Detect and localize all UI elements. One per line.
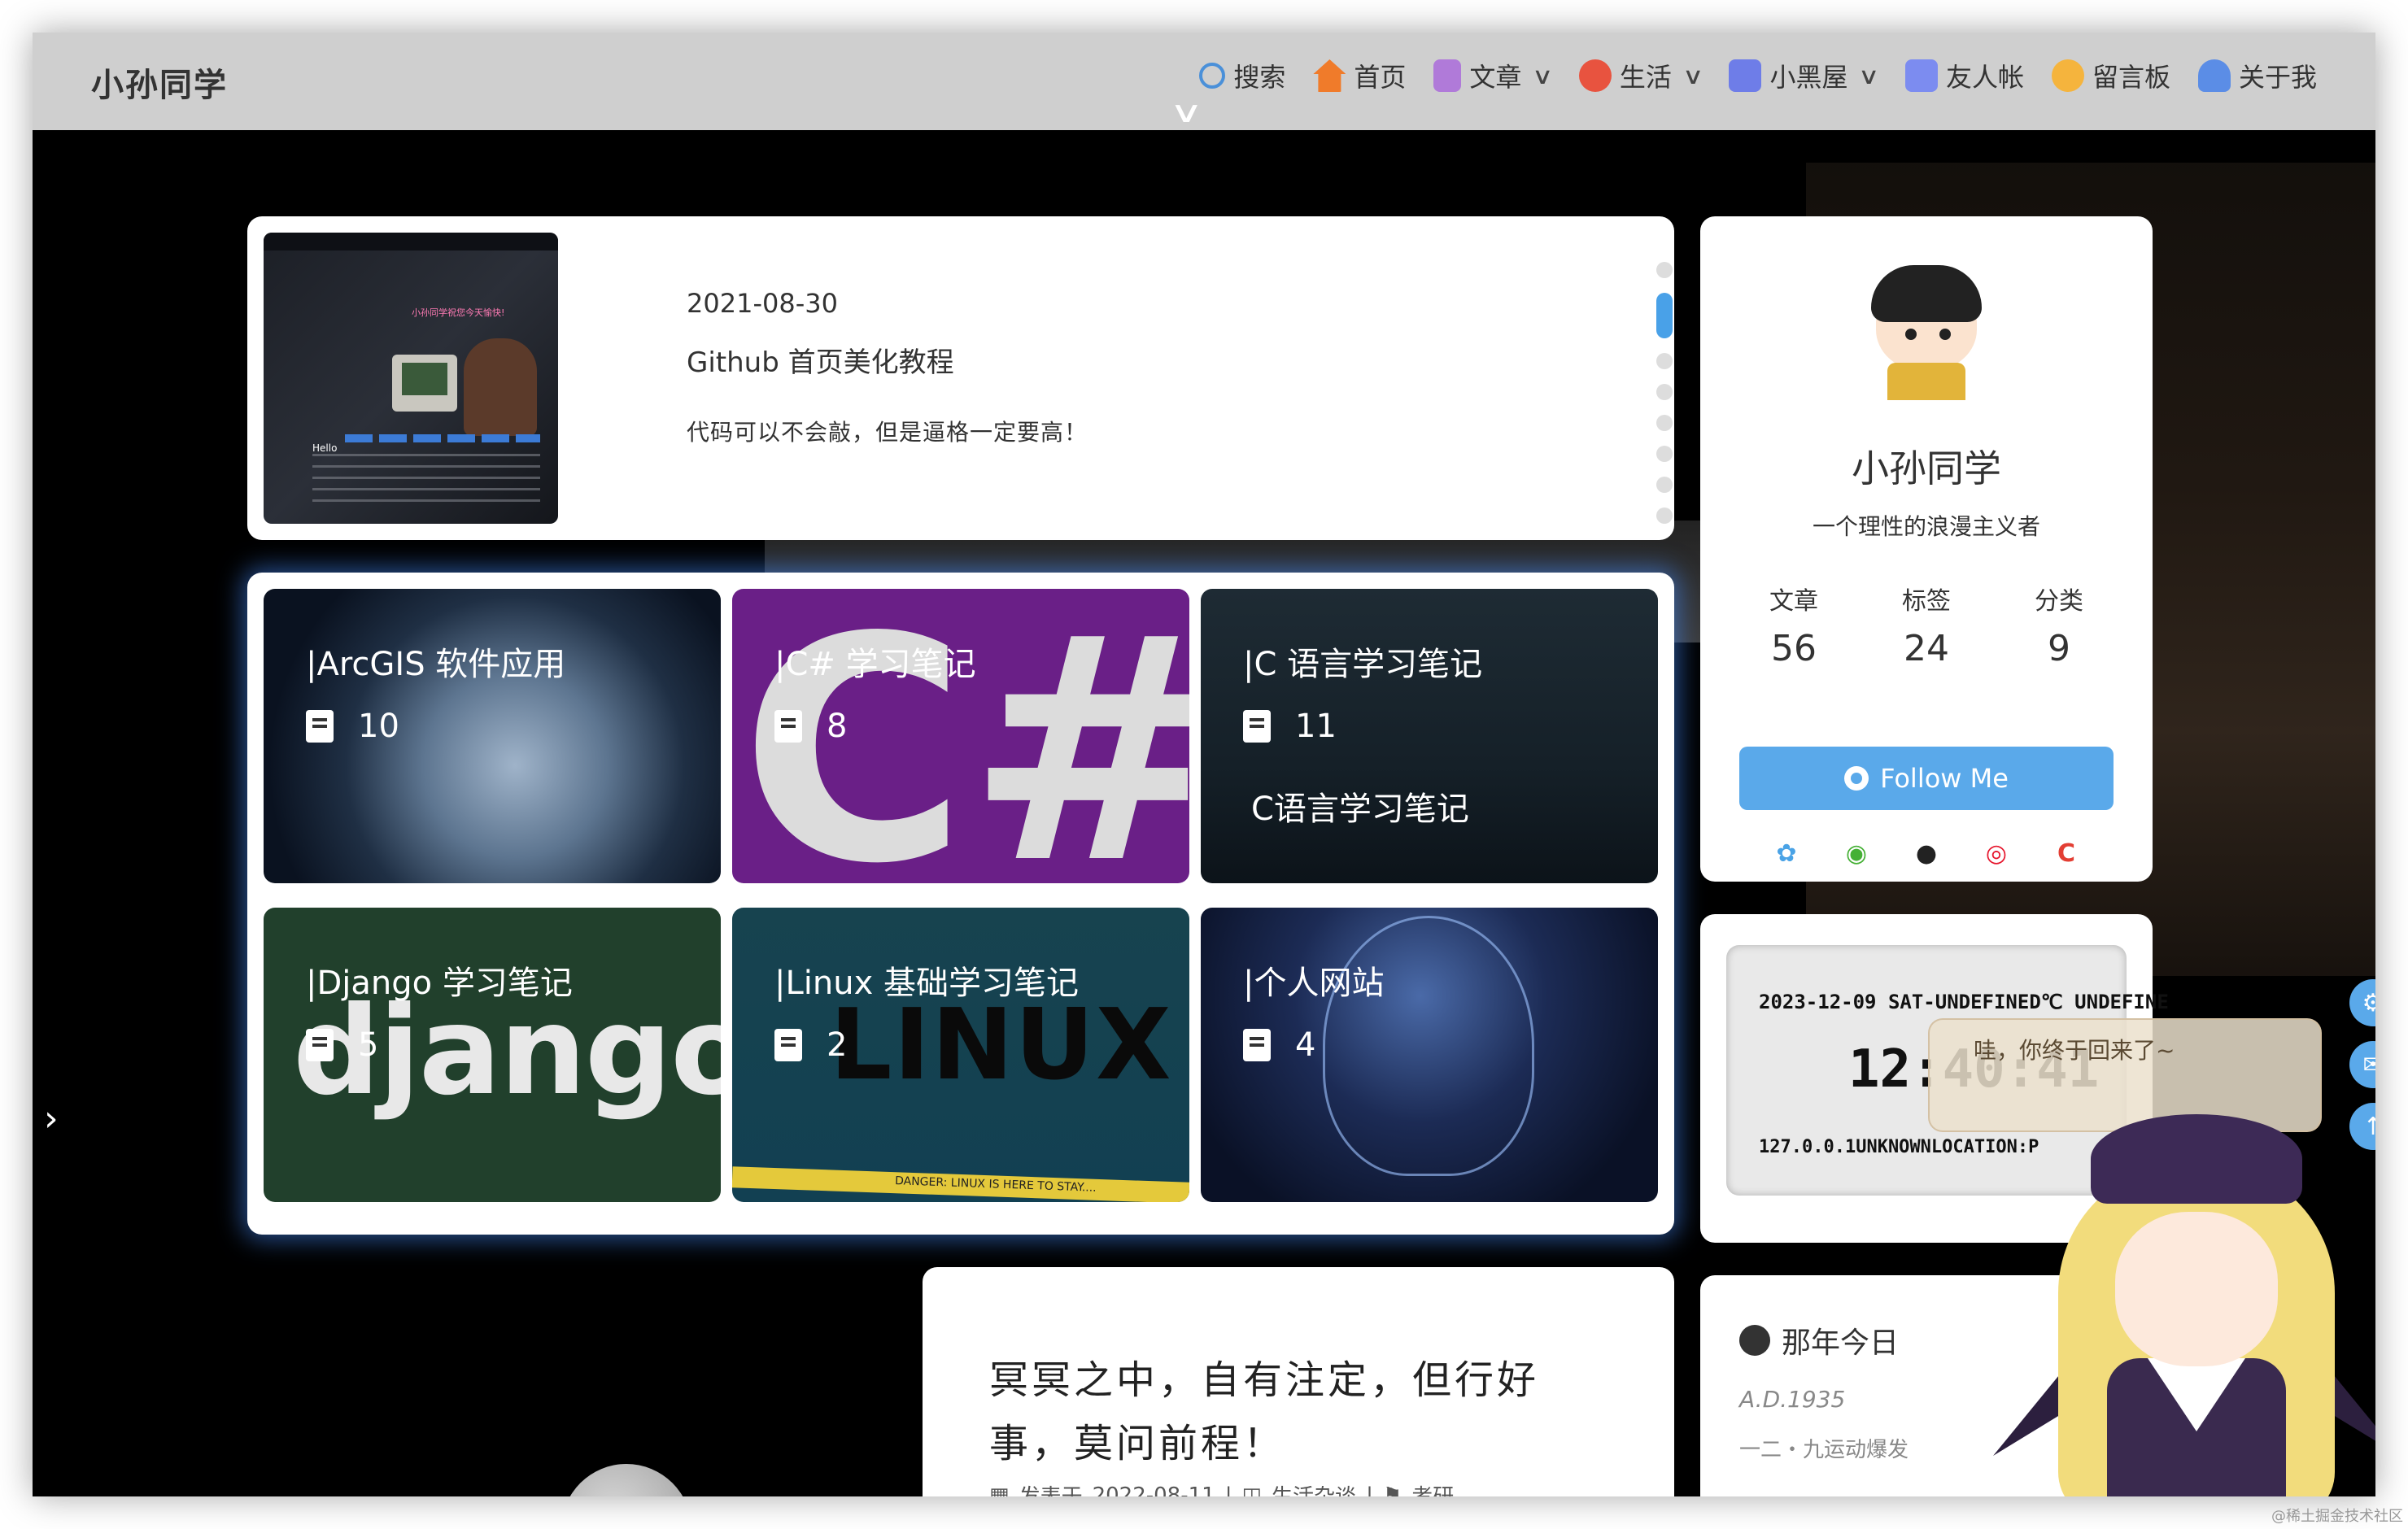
post-card[interactable]: 冥冥之中，自有注定，但行好事，莫问前程！ ▦ 发表于 2022-08-11 | … — [923, 1267, 1674, 1496]
slider-dot[interactable] — [1656, 293, 1673, 338]
slider-pagination — [1656, 262, 1673, 524]
witch-hat — [2091, 1114, 2302, 1204]
stat-categories[interactable]: 分类 9 — [1998, 581, 2120, 669]
follow-me-button[interactable]: Follow Me — [1739, 747, 2114, 810]
nav-item-articles[interactable]: 文章 ∨ — [1433, 57, 1554, 94]
category-card[interactable]: |ArcGIS 软件应用 10 — [264, 589, 721, 883]
book-icon — [1433, 59, 1462, 92]
sidebar-toggle-arrow[interactable]: › — [44, 1098, 59, 1139]
wechat-icon[interactable]: ◉ — [1838, 834, 1875, 872]
nav-item-about[interactable]: 关于我 — [2197, 57, 2317, 94]
github-icon[interactable]: ● — [1908, 834, 1945, 872]
nav-item-home[interactable]: 首页 — [1313, 57, 1406, 94]
nav-item-blackroom[interactable]: 小黑屋 ∨ — [1729, 57, 1881, 94]
book-icon — [1243, 1029, 1271, 1061]
history-icon — [1739, 1325, 1770, 1356]
category-card[interactable]: LINUX DANGER: LINUX IS HERE TO STAY.... … — [732, 908, 1189, 1202]
post-title[interactable]: 冥冥之中，自有注定，但行好事，莫问前程！ — [989, 1348, 1608, 1475]
book-icon — [774, 1029, 802, 1061]
nav-item-life[interactable]: 生活 ∨ — [1578, 57, 1704, 94]
featured-thumbnail[interactable]: 小孙同学祝您今天愉快! Hello — [264, 233, 558, 524]
book-icon — [306, 1029, 334, 1061]
chat-icon — [2051, 59, 2084, 92]
stat-articles[interactable]: 文章 56 — [1733, 581, 1855, 669]
moon-image — [561, 1464, 691, 1496]
site-brand[interactable]: 小孙同学 — [91, 59, 228, 106]
slider-dot[interactable] — [1656, 384, 1673, 400]
featured-slider[interactable]: 小孙同学祝您今天愉快! Hello 2021-08-30 Github 首页美化… — [247, 216, 1674, 540]
chat-button[interactable]: ✉ — [2349, 1041, 2375, 1088]
slider-dot[interactable] — [1656, 507, 1673, 524]
social-links: ✿ ◉ ● ◎ C — [1700, 834, 2153, 872]
book-icon — [774, 710, 802, 743]
nav-item-search[interactable]: 搜索 — [1199, 57, 1285, 94]
profile-stats: 文章 56 标签 24 分类 9 — [1733, 581, 2120, 669]
weibo-icon[interactable]: ◎ — [1978, 834, 2015, 872]
category-card[interactable]: C# |C# 学习笔记 8 — [732, 589, 1189, 883]
slider-dot[interactable] — [1656, 262, 1673, 278]
twitter-icon[interactable]: ✿ — [1768, 834, 1805, 872]
chevron-down-icon: ∨ — [1682, 62, 1704, 89]
notebook-icon — [1904, 59, 1938, 92]
chevron-down-icon[interactable]: ∨ — [1169, 96, 1203, 129]
featured-description: 代码可以不会敲，但是逼格一定要高！ — [687, 419, 1088, 446]
chevron-down-icon: ∨ — [1858, 62, 1881, 89]
user-icon — [2197, 59, 2231, 92]
book-icon — [1243, 710, 1271, 743]
building-icon — [1729, 59, 1762, 92]
chevron-down-icon: ∨ — [1532, 62, 1554, 89]
featured-title[interactable]: Github 首页美化教程 — [687, 340, 954, 380]
folder-icon: ◫ — [1241, 1483, 1263, 1497]
profile-name: 小孙同学 — [1852, 447, 2001, 490]
profile-card: 小孙同学 一个理性的浪漫主义者 文章 56 标签 24 分类 9 Follow Me … — [1700, 216, 2153, 882]
live2d-mascot[interactable] — [1993, 1114, 2375, 1496]
watermark: @稀土掘金技术社区 — [2271, 1508, 2403, 1525]
slider-dot[interactable] — [1656, 353, 1673, 369]
browser-viewport: 小孙同学 搜索 首页 文章 ∨ 生活 ∨ 小黑屋 ∨ 友人帐 留言板 关于我 ∨… — [33, 33, 2375, 1496]
post-meta: ▦ 发表于 2022-08-11 | ◫ 生活杂谈 | ⚑ 考研 — [989, 1480, 1454, 1497]
nav-item-friends[interactable]: 友人帐 — [1904, 57, 2024, 94]
calendar-icon: ▦ — [989, 1483, 1010, 1497]
slider-dot[interactable] — [1656, 477, 1673, 493]
slider-dot[interactable] — [1656, 446, 1673, 462]
category-card[interactable]: |C 语言学习笔记 11 C语言学习笔记 — [1201, 589, 1658, 883]
search-icon — [1199, 63, 1226, 89]
tag-icon: ⚑ — [1382, 1483, 1402, 1497]
github-icon — [1844, 766, 1869, 791]
settings-gear-button[interactable]: ⚙ — [2349, 979, 2375, 1026]
nav-menu: 搜索 首页 文章 ∨ 生活 ∨ 小黑屋 ∨ 友人帐 留言板 关于我 — [1199, 57, 2317, 94]
profile-motto: 一个理性的浪漫主义者 — [1812, 513, 2040, 540]
book-icon — [306, 710, 334, 743]
nav-item-guestbook[interactable]: 留言板 — [2051, 57, 2170, 94]
navbar: 小孙同学 搜索 首页 文章 ∨ 生活 ∨ 小黑屋 ∨ 友人帐 留言板 关于我 ∨ — [33, 33, 2375, 130]
category-card[interactable]: |个人网站 4 — [1201, 908, 1658, 1202]
stat-tags[interactable]: 标签 24 — [1865, 581, 1987, 669]
csdn-icon[interactable]: C — [2048, 834, 2085, 872]
home-icon — [1313, 59, 1346, 92]
basketball-icon — [1578, 59, 1612, 92]
category-card[interactable]: django |Django 学习笔记 5 — [264, 908, 721, 1202]
avatar — [1855, 257, 1998, 400]
slider-dot[interactable] — [1656, 415, 1673, 431]
category-grid: |ArcGIS 软件应用 10 C# |C# 学习笔记 8 |C 语言学习笔记 … — [247, 573, 1674, 1235]
featured-date: 2021-08-30 — [687, 288, 838, 319]
